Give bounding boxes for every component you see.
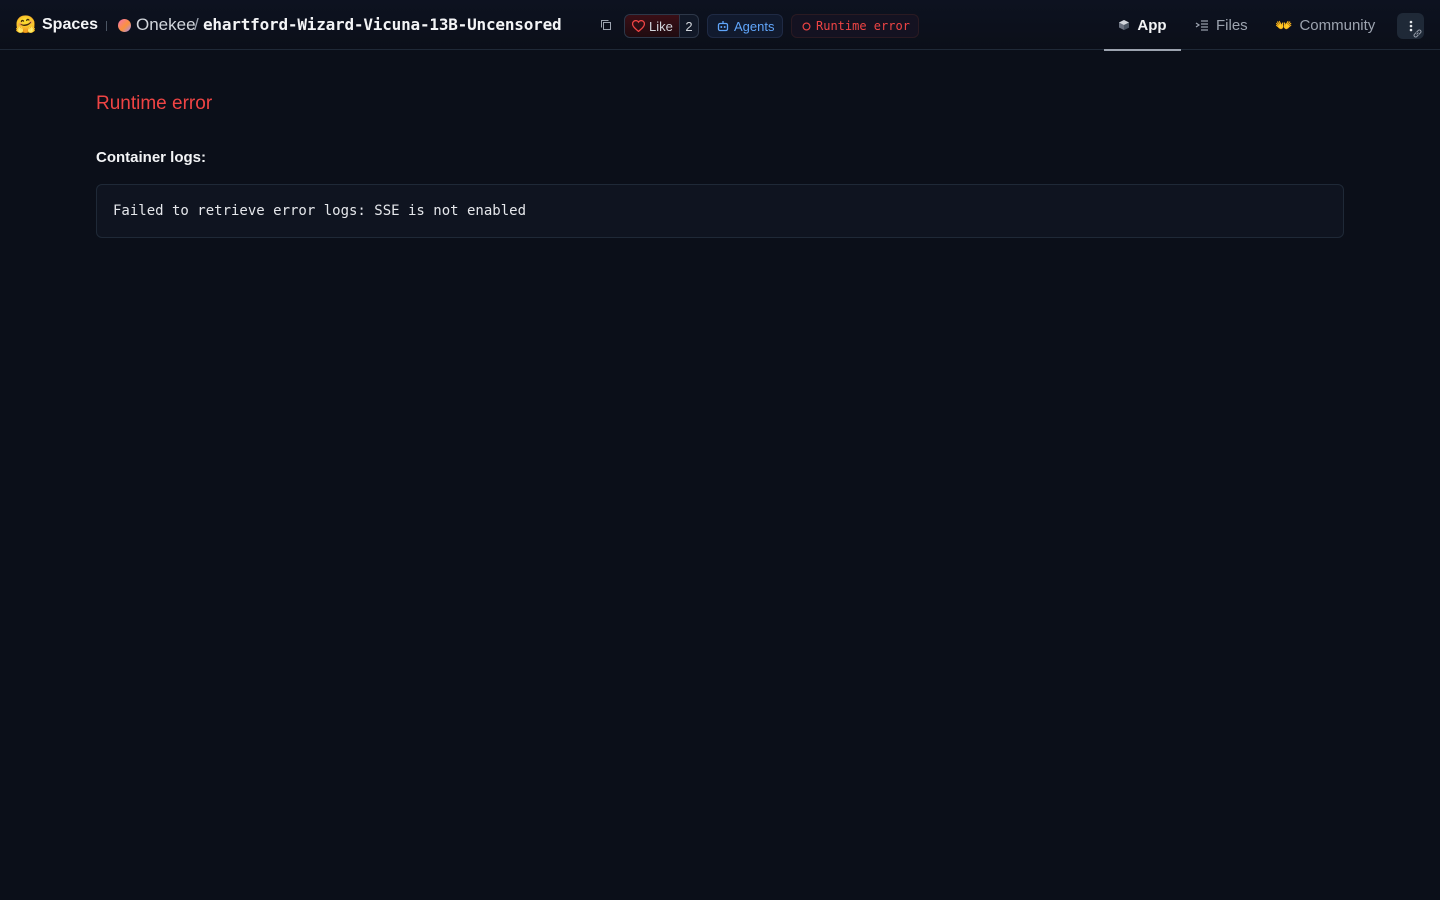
path-separator: / (194, 15, 199, 34)
files-icon (1195, 20, 1208, 31)
agents-button[interactable]: Agents (707, 14, 783, 38)
tab-files-label: Files (1216, 16, 1248, 34)
hugging-face-logo-icon: 🤗 (15, 15, 37, 34)
copy-icon[interactable] (600, 19, 612, 31)
community-icon: 👐 (1275, 17, 1293, 33)
main-content: Runtime error Container logs: Failed to … (96, 90, 1344, 238)
robot-icon (717, 21, 729, 32)
tab-community[interactable]: 👐 Community (1275, 0, 1375, 50)
space-name-link[interactable]: ehartford-Wizard-Vicuna-13B-Uncensored (203, 15, 562, 34)
status-circle-icon (802, 21, 811, 31)
error-title: Runtime error (96, 93, 213, 114)
like-count[interactable]: 2 (678, 15, 698, 37)
cube-icon (1119, 20, 1130, 30)
like-button[interactable]: Like (625, 15, 679, 37)
divider (106, 21, 107, 31)
link-icon[interactable] (1412, 28, 1423, 39)
brand-label: Spaces (42, 16, 99, 33)
runtime-status-badge[interactable]: Runtime error (791, 14, 919, 38)
runtime-status-label: Runtime error (816, 19, 910, 33)
container-logs-heading: Container logs: (96, 149, 207, 166)
heart-icon (632, 20, 645, 32)
tab-app[interactable]: App (1104, 0, 1181, 51)
container-logs-output: Failed to retrieve error logs: SSE is no… (96, 184, 1344, 238)
tab-app-label: App (1137, 16, 1167, 34)
top-navigation-bar: 🤗 Spaces Onekee / ehartford-Wizard-Vicun… (0, 0, 1440, 51)
owner-link[interactable]: Onekee (136, 15, 196, 35)
tab-files[interactable]: Files (1195, 0, 1248, 50)
spaces-home-link[interactable]: 🤗 Spaces (15, 14, 99, 36)
owner-avatar[interactable] (118, 19, 131, 32)
agents-label: Agents (734, 18, 775, 34)
like-widget: Like 2 (624, 14, 699, 38)
tab-community-label: Community (1299, 16, 1376, 34)
like-label: Like (649, 18, 673, 34)
